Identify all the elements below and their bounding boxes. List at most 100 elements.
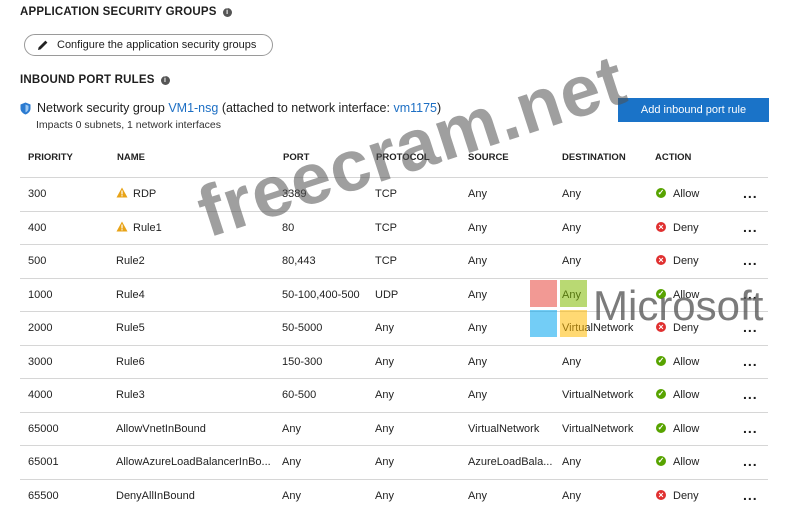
cell-destination: Any bbox=[562, 178, 581, 211]
action-text: Allow bbox=[673, 188, 700, 200]
cell-port: 3389 bbox=[282, 178, 306, 211]
nic-link[interactable]: vm1175 bbox=[393, 101, 437, 115]
cell-destination: Any bbox=[562, 346, 581, 379]
cell-name: Rule6 bbox=[116, 346, 145, 379]
cell-name: AllowVnetInBound bbox=[116, 413, 206, 446]
name-text: Rule2 bbox=[116, 255, 145, 267]
cell-action: Allow bbox=[656, 413, 699, 446]
cell-source: Any bbox=[468, 480, 487, 513]
nsg-link[interactable]: VM1-nsg bbox=[168, 101, 218, 115]
table-row[interactable]: 500 Rule2 80,443 TCP Any Any Deny... bbox=[20, 244, 768, 278]
cell-action: Allow bbox=[656, 279, 699, 312]
cell-priority: 2000 bbox=[28, 312, 52, 345]
cell-name: Rule1 bbox=[116, 212, 162, 245]
table-row[interactable]: 400 Rule1 80 TCP Any Any Deny... bbox=[20, 210, 768, 245]
allow-check-icon bbox=[656, 456, 666, 466]
configure-asg-button[interactable]: Configure the application security group… bbox=[24, 34, 273, 56]
cell-source: Any bbox=[468, 312, 487, 345]
cell-action: Deny bbox=[656, 480, 699, 513]
cell-port: 50-5000 bbox=[282, 312, 322, 345]
cell-port: 150-300 bbox=[282, 346, 322, 379]
deny-x-icon bbox=[656, 489, 666, 500]
info-icon[interactable]: i bbox=[222, 8, 232, 17]
nsg-prefix: Network security group bbox=[37, 101, 169, 115]
protocol-text: Any bbox=[375, 422, 394, 435]
column-header-source[interactable]: SOURCE bbox=[468, 152, 509, 163]
column-header-destination[interactable]: DESTINATION bbox=[562, 152, 626, 163]
row-more-button[interactable]: ... bbox=[743, 312, 758, 345]
protocol-text: Any bbox=[375, 355, 394, 368]
cell-port: Any bbox=[282, 446, 301, 479]
table-row[interactable]: 4000 Rule3 60-500 Any Any VirtualNetwork Allow… bbox=[20, 378, 768, 412]
pencil-icon bbox=[38, 40, 48, 50]
name-text: Rule6 bbox=[116, 355, 145, 368]
inbound-section-title: INBOUND PORT RULES i bbox=[20, 74, 170, 86]
port-text: 80,443 bbox=[282, 255, 316, 267]
action-text: Deny bbox=[673, 489, 699, 502]
table-row[interactable]: 2000 Rule5 50-5000 Any Any VirtualNetwork Deny… bbox=[20, 311, 768, 345]
table-row[interactable]: 65500 DenyAllInBound Any Any Any Any Deny... bbox=[20, 478, 768, 513]
table-row[interactable]: 300 RDP 3389 TCP Any Any Allow... bbox=[20, 177, 768, 211]
cell-name: RDP bbox=[116, 178, 156, 211]
name-text: AllowAzureLoadBalancerInBo... bbox=[116, 456, 271, 468]
add-inbound-rule-button[interactable]: Add inbound port rule bbox=[618, 98, 769, 122]
warning-icon bbox=[116, 221, 128, 231]
table-row[interactable]: 3000 Rule6 150-300 Any Any Any Allow... bbox=[20, 344, 768, 379]
cell-protocol: TCP bbox=[375, 178, 397, 211]
cell-protocol: Any bbox=[375, 446, 394, 479]
deny-x-icon bbox=[656, 221, 666, 232]
row-more-button[interactable]: ... bbox=[743, 346, 758, 379]
row-more-button[interactable]: ... bbox=[743, 212, 758, 245]
cell-port: Any bbox=[282, 413, 301, 446]
info-icon[interactable]: i bbox=[160, 76, 170, 85]
protocol-text: Any bbox=[375, 322, 394, 334]
cell-destination: Any bbox=[562, 279, 581, 312]
priority-text: 1000 bbox=[28, 288, 53, 301]
row-more-button[interactable]: ... bbox=[743, 413, 758, 446]
column-header-priority[interactable]: PRIORITY bbox=[28, 152, 73, 163]
row-more-button[interactable]: ... bbox=[743, 480, 758, 513]
table-row[interactable]: 65001 AllowAzureLoadBalancerInBo... Any Any… bbox=[20, 445, 768, 479]
row-more-button[interactable]: ... bbox=[743, 178, 758, 211]
protocol-text: Any bbox=[375, 456, 394, 468]
cell-protocol: Any bbox=[375, 480, 394, 513]
asg-title-text: APPLICATION SECURITY GROUPS bbox=[20, 6, 217, 18]
asg-section-title: APPLICATION SECURITY GROUPS i bbox=[20, 6, 232, 18]
table-row[interactable]: 1000 Rule4 50-100,400-500 UDP Any Any Allow... bbox=[20, 277, 768, 312]
row-more-button[interactable]: ... bbox=[743, 279, 758, 312]
cell-action: Deny bbox=[656, 212, 699, 245]
allow-check-icon bbox=[656, 389, 666, 399]
cell-name: Rule3 bbox=[116, 379, 145, 412]
cell-action: Deny bbox=[656, 312, 699, 345]
name-text: AllowVnetInBound bbox=[116, 422, 206, 435]
cell-protocol: Any bbox=[375, 413, 394, 446]
port-text: 3389 bbox=[282, 188, 307, 200]
cell-destination: Any bbox=[562, 446, 581, 479]
column-header-action[interactable]: ACTION bbox=[655, 152, 691, 163]
column-header-port[interactable]: PORT bbox=[283, 152, 309, 163]
cell-source: Any bbox=[468, 245, 487, 278]
configure-asg-label: Configure the application security group… bbox=[57, 39, 257, 51]
action-text: Deny bbox=[673, 221, 699, 234]
port-text: 50-5000 bbox=[282, 322, 323, 334]
cell-priority: 65000 bbox=[28, 413, 59, 446]
destination-text: VirtualNetwork bbox=[562, 389, 634, 401]
action-text: Deny bbox=[673, 255, 699, 267]
cell-name: DenyAllInBound bbox=[116, 480, 195, 513]
column-header-name[interactable]: NAME bbox=[117, 152, 145, 163]
cell-source: Any bbox=[468, 279, 487, 312]
row-more-button[interactable]: ... bbox=[743, 446, 758, 479]
source-text: Any bbox=[468, 288, 487, 301]
action-text: Deny bbox=[673, 322, 699, 334]
row-more-button[interactable]: ... bbox=[743, 379, 758, 412]
cell-name: AllowAzureLoadBalancerInBo... bbox=[116, 446, 271, 479]
row-more-button[interactable]: ... bbox=[743, 245, 758, 278]
destination-text: VirtualNetwork bbox=[562, 322, 634, 334]
priority-text: 2000 bbox=[28, 322, 53, 334]
table-row[interactable]: 65000 AllowVnetInBound Any Any VirtualNetwor… bbox=[20, 411, 768, 446]
destination-text: Any bbox=[562, 221, 581, 234]
column-header-protocol[interactable]: PROTOCOL bbox=[376, 152, 430, 163]
port-text: 150-300 bbox=[282, 355, 323, 368]
action-text: Allow bbox=[673, 355, 700, 368]
cell-protocol: TCP bbox=[375, 245, 397, 278]
